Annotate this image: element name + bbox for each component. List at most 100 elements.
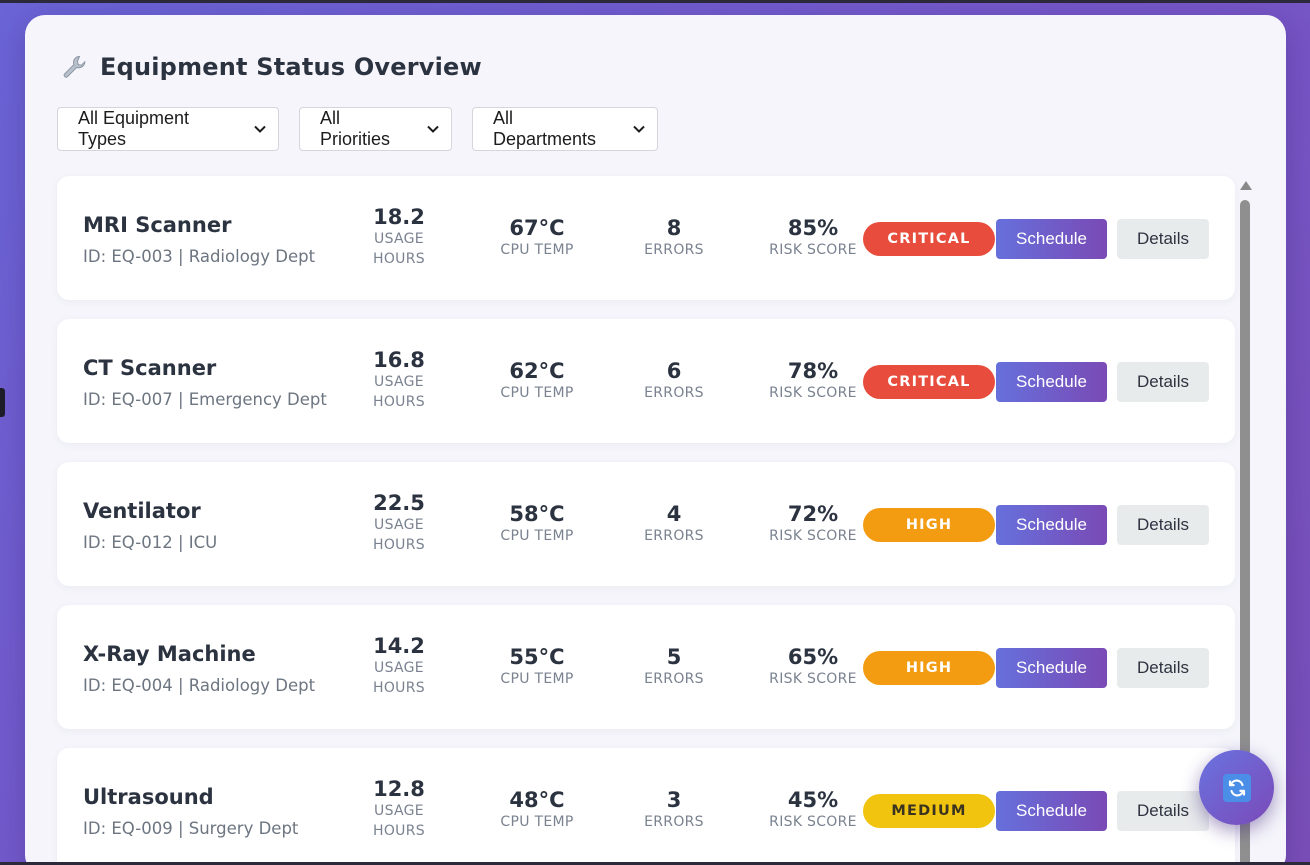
cpu-temp-metric: 55°C CPU TEMP: [489, 645, 585, 689]
errors-metric: 8 ERRORS: [629, 216, 719, 260]
panel-header: Equipment Status Overview: [60, 51, 482, 83]
errors-label: ERRORS: [644, 528, 704, 544]
errors-label: ERRORS: [644, 814, 704, 830]
equipment-card: MRI Scanner ID: EQ-003 | Radiology Dept …: [57, 176, 1235, 300]
details-button[interactable]: Details: [1117, 505, 1209, 545]
risk-score-metric: 65% RISK SCORE: [763, 645, 863, 689]
cpu-temp-label: CPU TEMP: [500, 528, 574, 544]
wrench-icon: [60, 53, 88, 81]
priority-select[interactable]: All Priorities: [299, 107, 452, 151]
details-button[interactable]: Details: [1117, 362, 1209, 402]
cpu-temp-value: 58°C: [509, 502, 565, 526]
equipment-meta: ID: EQ-003 | Radiology Dept: [83, 247, 316, 266]
chevron-down-icon: [619, 125, 645, 133]
risk-score-metric: 78% RISK SCORE: [763, 359, 863, 403]
errors-value: 8: [666, 216, 682, 240]
department-select-value: All Departments: [493, 108, 597, 149]
risk-score-label: RISK SCORE: [769, 814, 857, 830]
usage-hours-metric: 14.2 USAGE HOURS: [353, 634, 445, 698]
equipment-name: Ventilator: [83, 499, 201, 523]
department-select[interactable]: All Departments: [472, 107, 658, 151]
usage-hours-metric: 18.2 USAGE HOURS: [353, 205, 445, 269]
equipment-name: MRI Scanner: [83, 213, 232, 237]
usage-hours-label: USAGE HOURS: [373, 231, 425, 267]
equipment-name: Ultrasound: [83, 785, 214, 809]
details-button[interactable]: Details: [1117, 791, 1209, 831]
equipment-card: Ventilator ID: EQ-012 | ICU 22.5 USAGE HO…: [57, 462, 1235, 586]
equipment-meta: ID: EQ-007 | Emergency Dept: [83, 390, 327, 409]
usage-hours-metric: 12.8 USAGE HOURS: [353, 777, 445, 841]
errors-metric: 6 ERRORS: [629, 359, 719, 403]
filter-bar: All Equipment Types All Priorities All D…: [57, 107, 678, 151]
risk-score-metric: 45% RISK SCORE: [763, 788, 863, 832]
equipment-name: X-Ray Machine: [83, 642, 256, 666]
priority-select-value: All Priorities: [320, 108, 391, 149]
cpu-temp-metric: 58°C CPU TEMP: [489, 502, 585, 546]
priority-badge: HIGH: [863, 508, 995, 542]
errors-metric: 3 ERRORS: [629, 788, 719, 832]
risk-score-value: 45%: [787, 788, 839, 812]
edge-handle: [0, 388, 5, 417]
usage-hours-label: USAGE HOURS: [373, 660, 425, 696]
risk-score-metric: 85% RISK SCORE: [763, 216, 863, 260]
cpu-temp-label: CPU TEMP: [500, 814, 574, 830]
schedule-button[interactable]: Schedule: [996, 505, 1107, 545]
risk-score-label: RISK SCORE: [769, 385, 857, 401]
errors-label: ERRORS: [644, 242, 704, 258]
chevron-down-icon: [413, 125, 439, 133]
page-title: Equipment Status Overview: [100, 53, 482, 81]
equipment-card: X-Ray Machine ID: EQ-004 | Radiology Dep…: [57, 605, 1235, 729]
equipment-panel: Equipment Status Overview All Equipment …: [25, 15, 1286, 865]
chevron-down-icon: [240, 125, 266, 133]
refresh-icon: [1222, 773, 1251, 802]
cpu-temp-label: CPU TEMP: [500, 385, 574, 401]
errors-value: 3: [666, 788, 682, 812]
details-button[interactable]: Details: [1117, 219, 1209, 259]
equipment-name: CT Scanner: [83, 356, 217, 380]
equipment-card: CT Scanner ID: EQ-007 | Emergency Dept 1…: [57, 319, 1235, 443]
equipment-card: Ultrasound ID: EQ-009 | Surgery Dept 12.…: [57, 748, 1235, 865]
refresh-fab-button[interactable]: [1199, 750, 1274, 825]
risk-score-label: RISK SCORE: [769, 528, 857, 544]
usage-hours-label: USAGE HOURS: [373, 803, 425, 839]
risk-score-value: 78%: [787, 359, 839, 383]
equipment-type-select-value: All Equipment Types: [78, 108, 190, 149]
equipment-meta: ID: EQ-012 | ICU: [83, 533, 218, 552]
schedule-button[interactable]: Schedule: [996, 648, 1107, 688]
cpu-temp-metric: 48°C CPU TEMP: [489, 788, 585, 832]
priority-badge: HIGH: [863, 651, 995, 685]
priority-badge: CRITICAL: [863, 365, 995, 399]
risk-score-value: 65%: [787, 645, 839, 669]
schedule-button[interactable]: Schedule: [996, 362, 1107, 402]
schedule-button[interactable]: Schedule: [996, 791, 1107, 831]
scroll-up-arrow-icon[interactable]: [1240, 181, 1252, 190]
cpu-temp-value: 62°C: [509, 359, 565, 383]
equipment-type-select[interactable]: All Equipment Types: [57, 107, 279, 151]
usage-hours-label: USAGE HOURS: [373, 517, 425, 553]
risk-score-metric: 72% RISK SCORE: [763, 502, 863, 546]
errors-value: 6: [666, 359, 682, 383]
risk-score-value: 85%: [787, 216, 839, 240]
errors-metric: 5 ERRORS: [629, 645, 719, 689]
cpu-temp-metric: 67°C CPU TEMP: [489, 216, 585, 260]
window-top-border: [0, 0, 1310, 3]
equipment-meta: ID: EQ-004 | Radiology Dept: [83, 676, 316, 695]
risk-score-value: 72%: [787, 502, 839, 526]
errors-value: 4: [666, 502, 682, 526]
schedule-button[interactable]: Schedule: [996, 219, 1107, 259]
errors-label: ERRORS: [644, 385, 704, 401]
usage-hours-metric: 22.5 USAGE HOURS: [353, 491, 445, 555]
usage-hours-value: 22.5: [373, 491, 425, 515]
cpu-temp-label: CPU TEMP: [500, 671, 574, 687]
cpu-temp-value: 55°C: [509, 645, 565, 669]
priority-badge: CRITICAL: [863, 222, 995, 256]
usage-hours-metric: 16.8 USAGE HOURS: [353, 348, 445, 412]
usage-hours-value: 14.2: [373, 634, 425, 658]
usage-hours-value: 12.8: [373, 777, 425, 801]
cpu-temp-value: 48°C: [509, 788, 565, 812]
errors-label: ERRORS: [644, 671, 704, 687]
risk-score-label: RISK SCORE: [769, 242, 857, 258]
risk-score-label: RISK SCORE: [769, 671, 857, 687]
details-button[interactable]: Details: [1117, 648, 1209, 688]
usage-hours-value: 18.2: [373, 205, 425, 229]
